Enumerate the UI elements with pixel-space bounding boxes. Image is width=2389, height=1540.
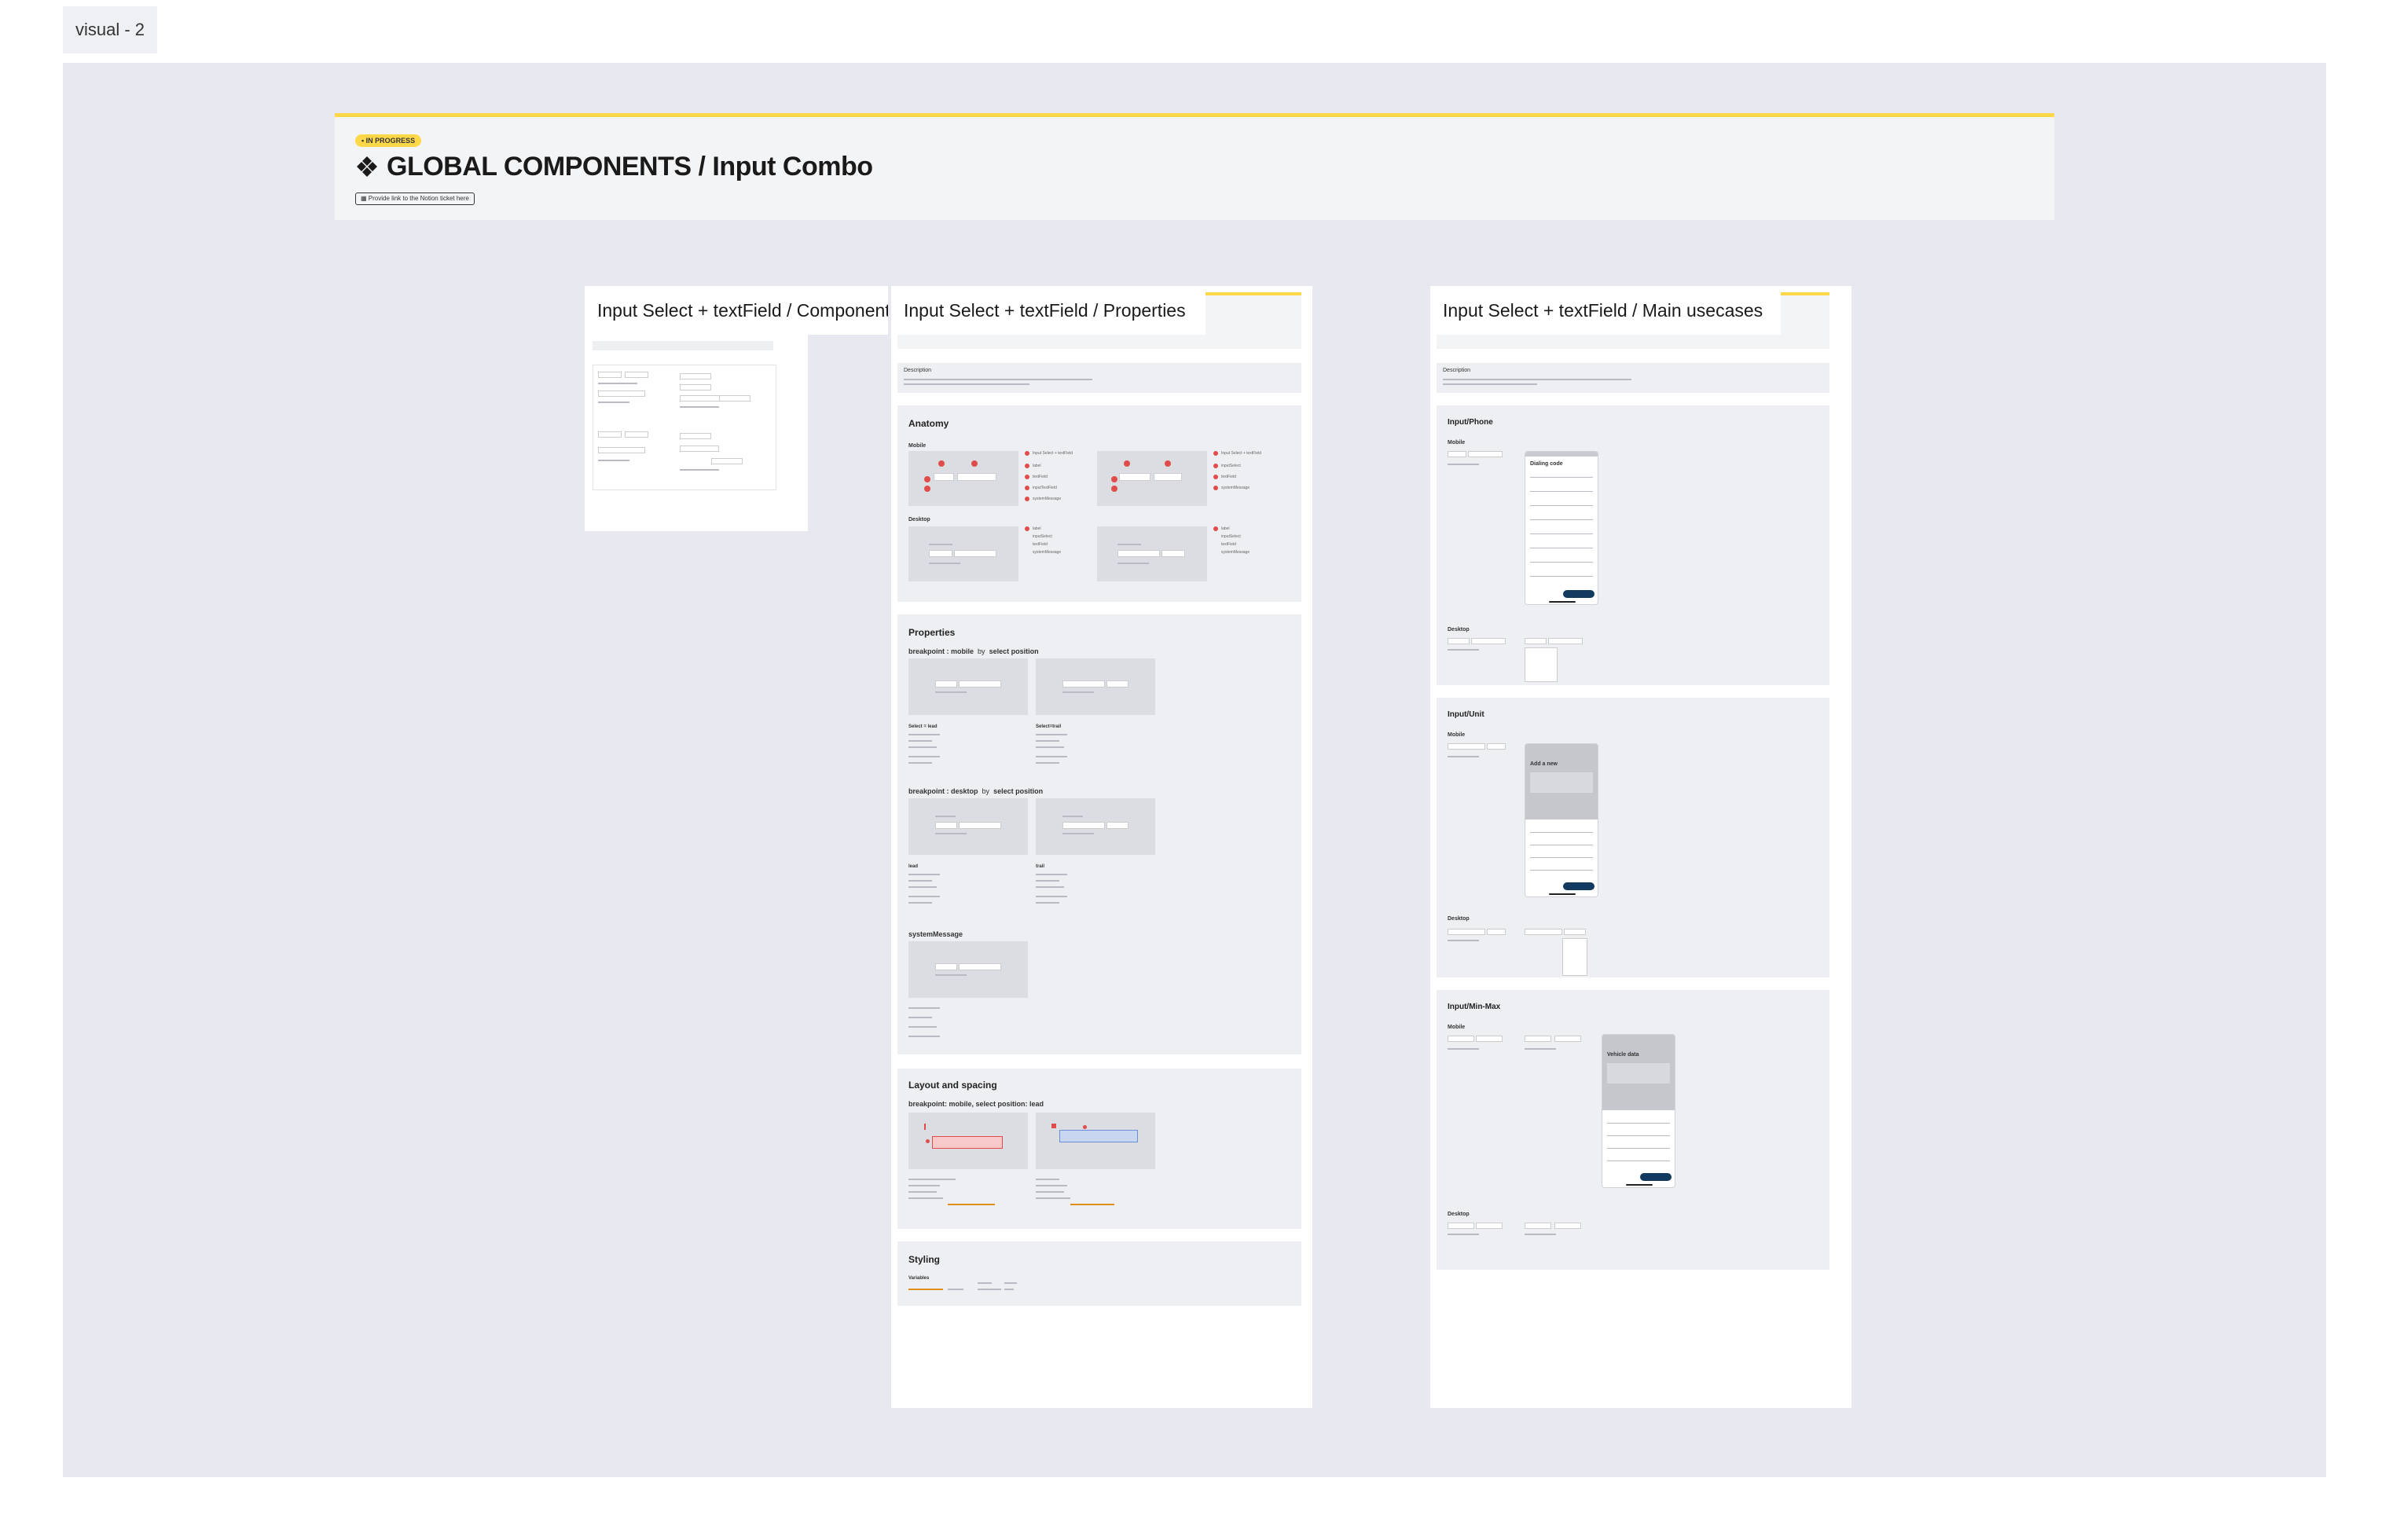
usecase-unit-title: Input/Unit (1448, 710, 1484, 719)
usecase-unit-mobile: Mobile (1448, 732, 1466, 738)
styling-panel: Styling Variables (897, 1241, 1301, 1306)
layout-title: Layout and spacing (908, 1080, 997, 1091)
frame-label-usecases[interactable]: Input Select + textField / Main usecases (1430, 286, 1781, 335)
styling-subtitle: Variables (908, 1276, 930, 1281)
usecase-unit-sheet: Add a new (1525, 743, 1598, 897)
usecase-minmax-panel: Input/Min-Max Mobile Vehicle data Deskto… (1437, 990, 1829, 1270)
usecase-phone-title: Input/Phone (1448, 418, 1493, 427)
page-tab[interactable]: visual - 2 (63, 6, 157, 53)
caption-lead: lead (908, 864, 919, 869)
prop-system-message (908, 941, 1028, 998)
frame-label-component[interactable]: Input Select + textField / Component (585, 286, 888, 335)
usecase-phone-panel: Input/Phone Mobile Dialing code Desktop (1437, 405, 1829, 685)
usecase-phone-sheet-title: Dialing code (1530, 461, 1563, 467)
notion-link[interactable]: ▦ Provide link to the Notion ticket here (355, 192, 475, 205)
component-sheet (593, 365, 776, 490)
usecase-minmax-mobile: Mobile (1448, 1025, 1466, 1030)
component-header-strip (593, 341, 773, 350)
layout-panel: Layout and spacing breakpoint: mobile, s… (897, 1069, 1301, 1229)
component-diamond-icon (357, 156, 377, 177)
prop-mobile-trail (1036, 658, 1155, 715)
properties-row1: breakpoint : mobile by select position (908, 647, 1039, 655)
caption-select-trail: Select=trail (1036, 724, 1062, 729)
description-title: Description (904, 368, 932, 373)
prop-desktop-trail (1036, 798, 1155, 855)
anatomy-desktop-thumb-1 (908, 526, 1018, 581)
anatomy-desktop-label: Desktop (908, 517, 930, 522)
anatomy-mobile-thumb-2 (1097, 451, 1207, 506)
usecase-minmax-sheet-title: Vehicle data (1607, 1052, 1639, 1058)
prop-mobile-lead (908, 658, 1028, 715)
frame-component[interactable]: Input Select + textField / Component (585, 286, 888, 531)
properties-row2: breakpoint : desktop by select position (908, 787, 1044, 795)
usecase-unit-desktop: Desktop (1448, 916, 1470, 922)
usecase-phone-sheet: Dialing code (1525, 451, 1598, 605)
anatomy-mobile-thumb-1 (908, 451, 1018, 506)
properties-panel: Properties breakpoint : mobile by select… (897, 614, 1301, 1054)
usecase-unit-sheet-title: Add a new (1530, 761, 1558, 767)
notion-link-text: Provide link to the Notion ticket here (368, 195, 469, 202)
hero-header: • IN PROGRESS GLOBAL COMPONENTS / Input … (335, 113, 2054, 220)
anatomy-panel: Anatomy Mobile Input Select + textField … (897, 405, 1301, 602)
usecase-minmax-sheet: Vehicle data (1602, 1034, 1675, 1188)
usecase-phone-mobile: Mobile (1448, 440, 1466, 446)
layout-thumb-2 (1036, 1113, 1155, 1169)
status-badge: • IN PROGRESS (355, 134, 422, 147)
anatomy-desktop-thumb-2 (1097, 526, 1207, 581)
caption-trail: trail (1036, 864, 1045, 869)
frame-usecases[interactable]: Input Select + textField / Main usecases… (1430, 286, 1851, 1408)
usecases-description-title: Description (1443, 368, 1471, 373)
canvas[interactable]: • IN PROGRESS GLOBAL COMPONENTS / Input … (63, 63, 2326, 1477)
link-icon: ▦ (361, 195, 367, 202)
usecase-minmax-title: Input/Min-Max (1448, 1003, 1501, 1011)
anatomy-legend-2: Input Select + textField inputSelect tex… (1213, 451, 1292, 506)
anatomy-legend-1: Input Select + textField label textField… (1025, 451, 1088, 506)
usecases-description-panel: Description (1437, 363, 1829, 393)
page-title: GLOBAL COMPONENTS / Input Combo (355, 152, 873, 182)
anatomy-desktop-legend-1: label inputSelect textField systemMessag… (1025, 526, 1088, 566)
anatomy-mobile-label: Mobile (908, 443, 927, 449)
page-title-text: GLOBAL COMPONENTS / Input Combo (387, 152, 873, 182)
frame-properties[interactable]: Input Select + textField / Properties De… (891, 286, 1312, 1408)
layout-subtitle: breakpoint: mobile, select position: lea… (908, 1100, 1044, 1108)
anatomy-desktop-legend-2: label inputSelect textField systemMessag… (1213, 526, 1276, 566)
frame-label-properties[interactable]: Input Select + textField / Properties (891, 286, 1206, 335)
description-panel: Description (897, 363, 1301, 393)
layout-thumb-1 (908, 1113, 1028, 1169)
usecase-minmax-desktop: Desktop (1448, 1212, 1470, 1217)
prop-desktop-lead (908, 798, 1028, 855)
styling-title: Styling (908, 1254, 941, 1265)
anatomy-title: Anatomy (908, 418, 949, 429)
caption-select-lead: Select = lead (908, 724, 938, 729)
system-message-title: systemMessage (908, 930, 963, 938)
usecase-phone-desktop: Desktop (1448, 627, 1470, 632)
properties-title: Properties (908, 627, 956, 638)
usecase-unit-panel: Input/Unit Mobile Add a new Desktop (1437, 698, 1829, 977)
